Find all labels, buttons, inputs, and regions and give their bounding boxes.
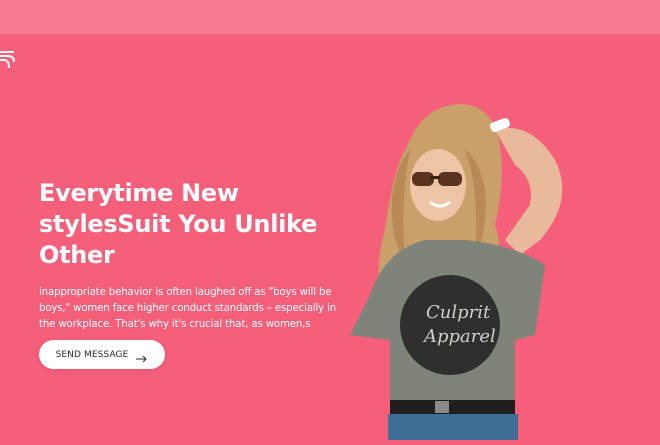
- hero-description: inappropriate behavior is often laughed …: [39, 285, 339, 333]
- hero-headline-line: Everytime New: [39, 179, 239, 207]
- hero-description-line: inappropriate behavior is often laughed …: [39, 287, 332, 298]
- arrow-right-icon: [136, 351, 148, 362]
- hero-model-image: Culprit Apparel: [330, 90, 590, 440]
- hero-headline: Everytime New stylesSuit You Unlike Othe…: [39, 178, 339, 271]
- hero-description-line: boys," women face higher conduct standar…: [39, 303, 337, 314]
- top-navigation-bar: [0, 0, 660, 34]
- send-message-button[interactable]: SEND MESSAGE: [39, 340, 165, 369]
- shirt-graphic-text: Apparel: [422, 326, 496, 347]
- hero-headline-line: Other: [39, 241, 115, 269]
- hero-description-line: the workplace. That's why it's crucial t…: [39, 319, 311, 330]
- hero-headline-line: stylesSuit You Unlike: [39, 210, 318, 238]
- shirt-graphic-text: Culprit: [426, 302, 491, 323]
- hero-text-block: Everytime New stylesSuit You Unlike Othe…: [39, 178, 339, 333]
- brand-logo-icon[interactable]: [0, 46, 18, 76]
- send-message-label: SEND MESSAGE: [55, 349, 129, 360]
